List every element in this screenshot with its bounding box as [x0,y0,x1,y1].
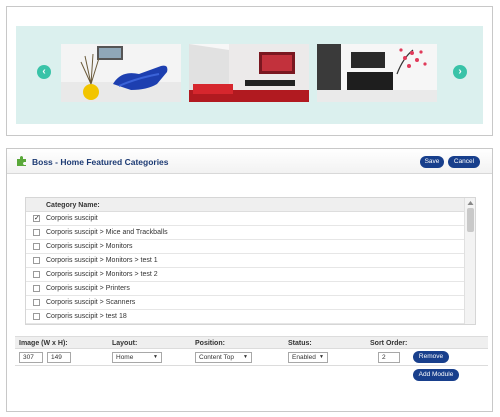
layout-column-label: Layout: [112,340,138,347]
carousel-slide-2[interactable] [189,44,309,102]
carousel-prev-button[interactable]: ‹ [37,65,51,79]
category-label: Corporis suscipit > Printers [46,285,130,292]
category-checkbox[interactable] [33,257,40,264]
category-checkbox[interactable] [33,285,40,292]
chevron-down-icon: ▼ [153,354,158,360]
black-tv-stand-room-image [317,44,437,102]
position-select[interactable]: Content Top ▼ [195,352,252,363]
category-checkbox[interactable] [33,229,40,236]
layout-select-value: Home [116,354,134,361]
category-list-scrollbar[interactable] [464,198,475,324]
red-sofa-room-image [189,44,309,102]
category-label: Corporis suscipit > test 18 [46,313,127,320]
category-list-box: Category Name: ✓ Corporis suscipit Corpori… [25,197,476,325]
category-checkbox[interactable]: ✓ [33,215,40,222]
status-select-value: Enabled [292,354,316,361]
category-row[interactable]: Corporis suscipit > Mice and Trackballs [26,226,466,240]
blue-lounge-chair-image [61,44,181,102]
cancel-button[interactable]: Cancel [448,156,480,168]
module-header: Boss - Home Featured Categories Save Can… [7,149,492,174]
category-row[interactable]: Corporis suscipit > Scanners [26,296,466,310]
category-label: Corporis suscipit > Scanners [46,299,136,306]
category-checkbox[interactable] [33,313,40,320]
featured-carousel: ‹ › [16,26,483,124]
category-row[interactable]: Corporis suscipit > Monitors [26,240,466,254]
category-checkbox[interactable] [33,243,40,250]
carousel-next-button[interactable]: › [453,65,467,79]
module-title: Boss - Home Featured Categories [32,157,169,167]
carousel-slide-1[interactable] [61,44,181,102]
settings-row: 307 149 Home ▼ Content Top ▼ Enabled ▼ 2… [15,349,488,366]
category-label: Corporis suscipit [46,215,98,222]
position-select-value: Content Top [199,354,234,361]
category-checkbox[interactable] [33,299,40,306]
status-select[interactable]: Enabled ▼ [288,352,328,363]
save-button[interactable]: Save [420,156,444,168]
settings-footer: Add Module [15,366,488,383]
chevron-down-icon: ▼ [319,354,324,360]
category-list: ✓ Corporis suscipit Corporis suscipit > Mi… [26,212,466,324]
settings-header-row: Image (W x H): Layout: Position: Status:… [15,336,488,349]
image-height-field[interactable]: 149 [47,352,71,363]
category-row[interactable]: Corporis suscipit > test 18 [26,310,466,324]
category-row[interactable]: Corporis suscipit > Monitors > test 1 [26,254,466,268]
chevron-down-icon: ▼ [243,354,248,360]
image-width-field[interactable]: 307 [19,352,43,363]
sort-order-field[interactable]: 2 [378,352,400,363]
carousel-preview-panel: ‹ › [6,6,493,136]
position-column-label: Position: [195,340,225,347]
category-name-column-label: Category Name: [46,202,100,209]
category-label: Corporis suscipit > Monitors > test 2 [46,271,158,278]
category-label: Corporis suscipit > Monitors > test 1 [46,257,158,264]
category-label: Corporis suscipit > Mice and Trackballs [46,229,168,236]
puzzle-icon [17,156,26,166]
module-settings-table: Image (W x H): Layout: Position: Status:… [15,336,488,383]
module-settings-panel: Boss - Home Featured Categories Save Can… [6,148,493,412]
category-row[interactable]: ✓ Corporis suscipit [26,212,466,226]
layout-select[interactable]: Home ▼ [112,352,162,363]
image-size-column-label: Image (W x H): [19,340,68,347]
remove-button[interactable]: Remove [413,351,449,363]
category-list-header: Category Name: [26,198,466,212]
scroll-thumb[interactable] [467,208,474,232]
category-checkbox[interactable] [33,271,40,278]
scroll-up-icon[interactable] [467,200,474,206]
sort-order-column-label: Sort Order: [370,340,408,347]
category-row[interactable]: Corporis suscipit > Monitors > test 2 [26,268,466,282]
add-module-button[interactable]: Add Module [413,369,459,381]
category-row[interactable]: Corporis suscipit > Printers [26,282,466,296]
status-column-label: Status: [288,340,312,347]
carousel-slide-3[interactable] [317,44,437,102]
category-label: Corporis suscipit > Monitors [46,243,133,250]
